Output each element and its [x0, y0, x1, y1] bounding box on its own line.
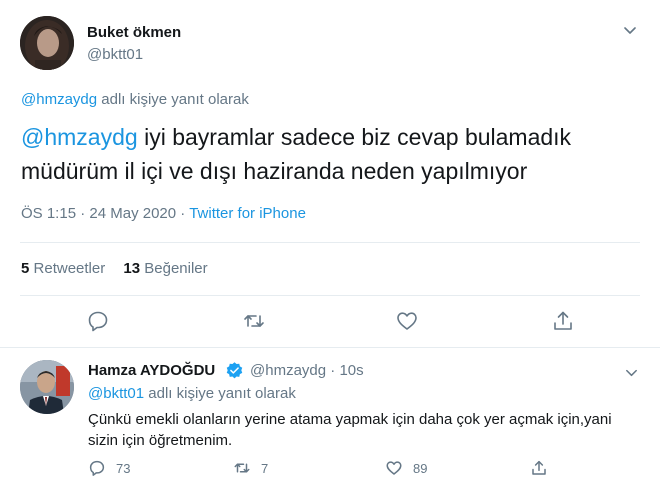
reply-action[interactable]: 73	[88, 459, 130, 477]
retweet-action[interactable]: 7	[233, 459, 268, 477]
tweet-time[interactable]: ÖS 1:15	[21, 205, 76, 222]
share-action[interactable]	[530, 459, 558, 477]
reply-context-label: adlı kişiye yanıt olarak	[101, 91, 249, 108]
meta-separator: ·	[80, 205, 86, 222]
avatar-image	[20, 16, 74, 70]
tweet-text: @hmzaydg iyi bayramlar sadece biz cevap …	[21, 120, 641, 188]
like-action[interactable]: 89	[385, 459, 427, 477]
tweet-time[interactable]: 10s	[339, 362, 363, 379]
reply-context: @bktt01 adlı kişiye yanıt olarak	[88, 385, 296, 402]
retweets-count: 7	[261, 460, 269, 476]
avatar-image	[20, 360, 74, 414]
tweet-meta: ÖS 1:15 · 24 May 2020 · Twitter for iPho…	[21, 205, 306, 222]
author-handle[interactable]: @bktt01	[87, 46, 143, 63]
reply-tweet[interactable]: Hamza AYDOĞDU @hmzaydg · 10s @bktt01 adl…	[0, 349, 660, 490]
reply-icon	[89, 460, 105, 476]
divider	[20, 242, 640, 243]
avatar[interactable]	[20, 16, 74, 70]
main-tweet: Buket ökmen @bktt01 @hmzaydg adlı kişiye…	[0, 0, 660, 348]
reply-text: Çünkü emekli olanların yerine atama yapm…	[88, 411, 612, 449]
likes-stat[interactable]: 13 Beğeniler	[123, 260, 207, 277]
author-name[interactable]: Hamza AYDOĞDU	[88, 362, 215, 379]
author-handle[interactable]: @hmzaydg	[250, 362, 326, 379]
retweets-stat[interactable]: 5 Retweetler	[21, 260, 105, 277]
likes-count: 13	[123, 260, 141, 277]
reply-context: @hmzaydg adlı kişiye yanıt olarak	[21, 91, 249, 108]
reply-icon[interactable]	[86, 309, 110, 333]
tweet-date[interactable]: 24 May 2020	[89, 205, 176, 222]
verified-badge-icon	[225, 361, 244, 380]
heart-icon	[386, 461, 402, 475]
reply-context-label: adlı kişiye yanıt olarak	[148, 385, 296, 402]
chevron-down-icon[interactable]	[624, 365, 639, 380]
avatar[interactable]	[20, 360, 74, 414]
meta-separator: ·	[180, 205, 186, 222]
reply-to-link[interactable]: @bktt01	[88, 385, 144, 402]
reply-handle-line: @hmzaydg · 10s	[250, 362, 364, 379]
tweet-source[interactable]: Twitter for iPhone	[189, 205, 306, 222]
retweets-count: 5	[21, 260, 30, 277]
heart-icon[interactable]	[395, 309, 419, 333]
retweet-icon	[234, 463, 250, 473]
tweet-stats: 5 Retweetler 13 Beğeniler	[21, 260, 222, 277]
share-icon	[532, 460, 546, 475]
retweet-icon[interactable]	[242, 309, 266, 333]
retweets-label: Retweetler	[33, 260, 106, 277]
share-icon[interactable]	[551, 309, 575, 333]
reply-to-link[interactable]: @hmzaydg	[21, 91, 97, 108]
divider	[20, 295, 640, 296]
chevron-down-icon[interactable]	[622, 22, 638, 38]
likes-label: Beğeniler	[144, 260, 208, 277]
likes-count: 89	[413, 460, 428, 476]
replies-count: 73	[116, 460, 131, 476]
time-separator: ·	[330, 362, 336, 379]
author-name[interactable]: Buket ökmen	[87, 24, 181, 41]
mention-link[interactable]: @hmzaydg	[21, 124, 138, 150]
